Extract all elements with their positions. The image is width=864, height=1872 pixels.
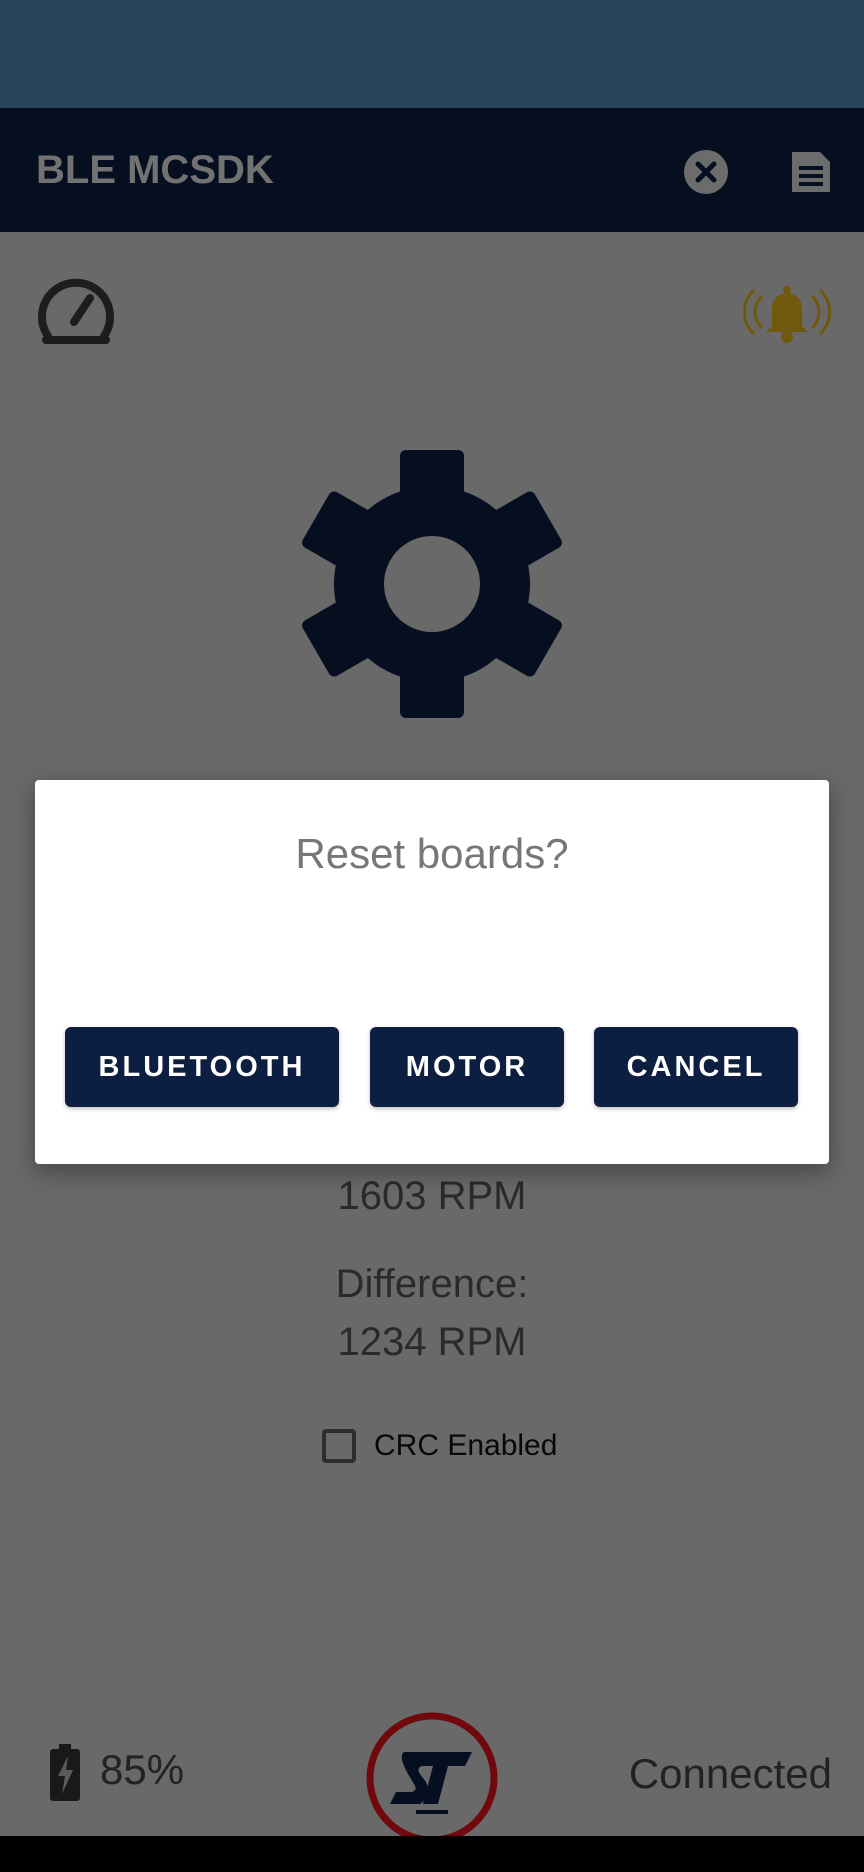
cancel-button[interactable]: CANCEL — [594, 1027, 798, 1107]
dialog-title: Reset boards? — [295, 830, 569, 877]
motor-button[interactable]: MOTOR — [370, 1027, 564, 1107]
bluetooth-button[interactable]: BLUETOOTH — [65, 1027, 339, 1107]
reset-dialog: Reset boards? BLUETOOTH MOTOR CANCEL — [35, 780, 829, 1164]
